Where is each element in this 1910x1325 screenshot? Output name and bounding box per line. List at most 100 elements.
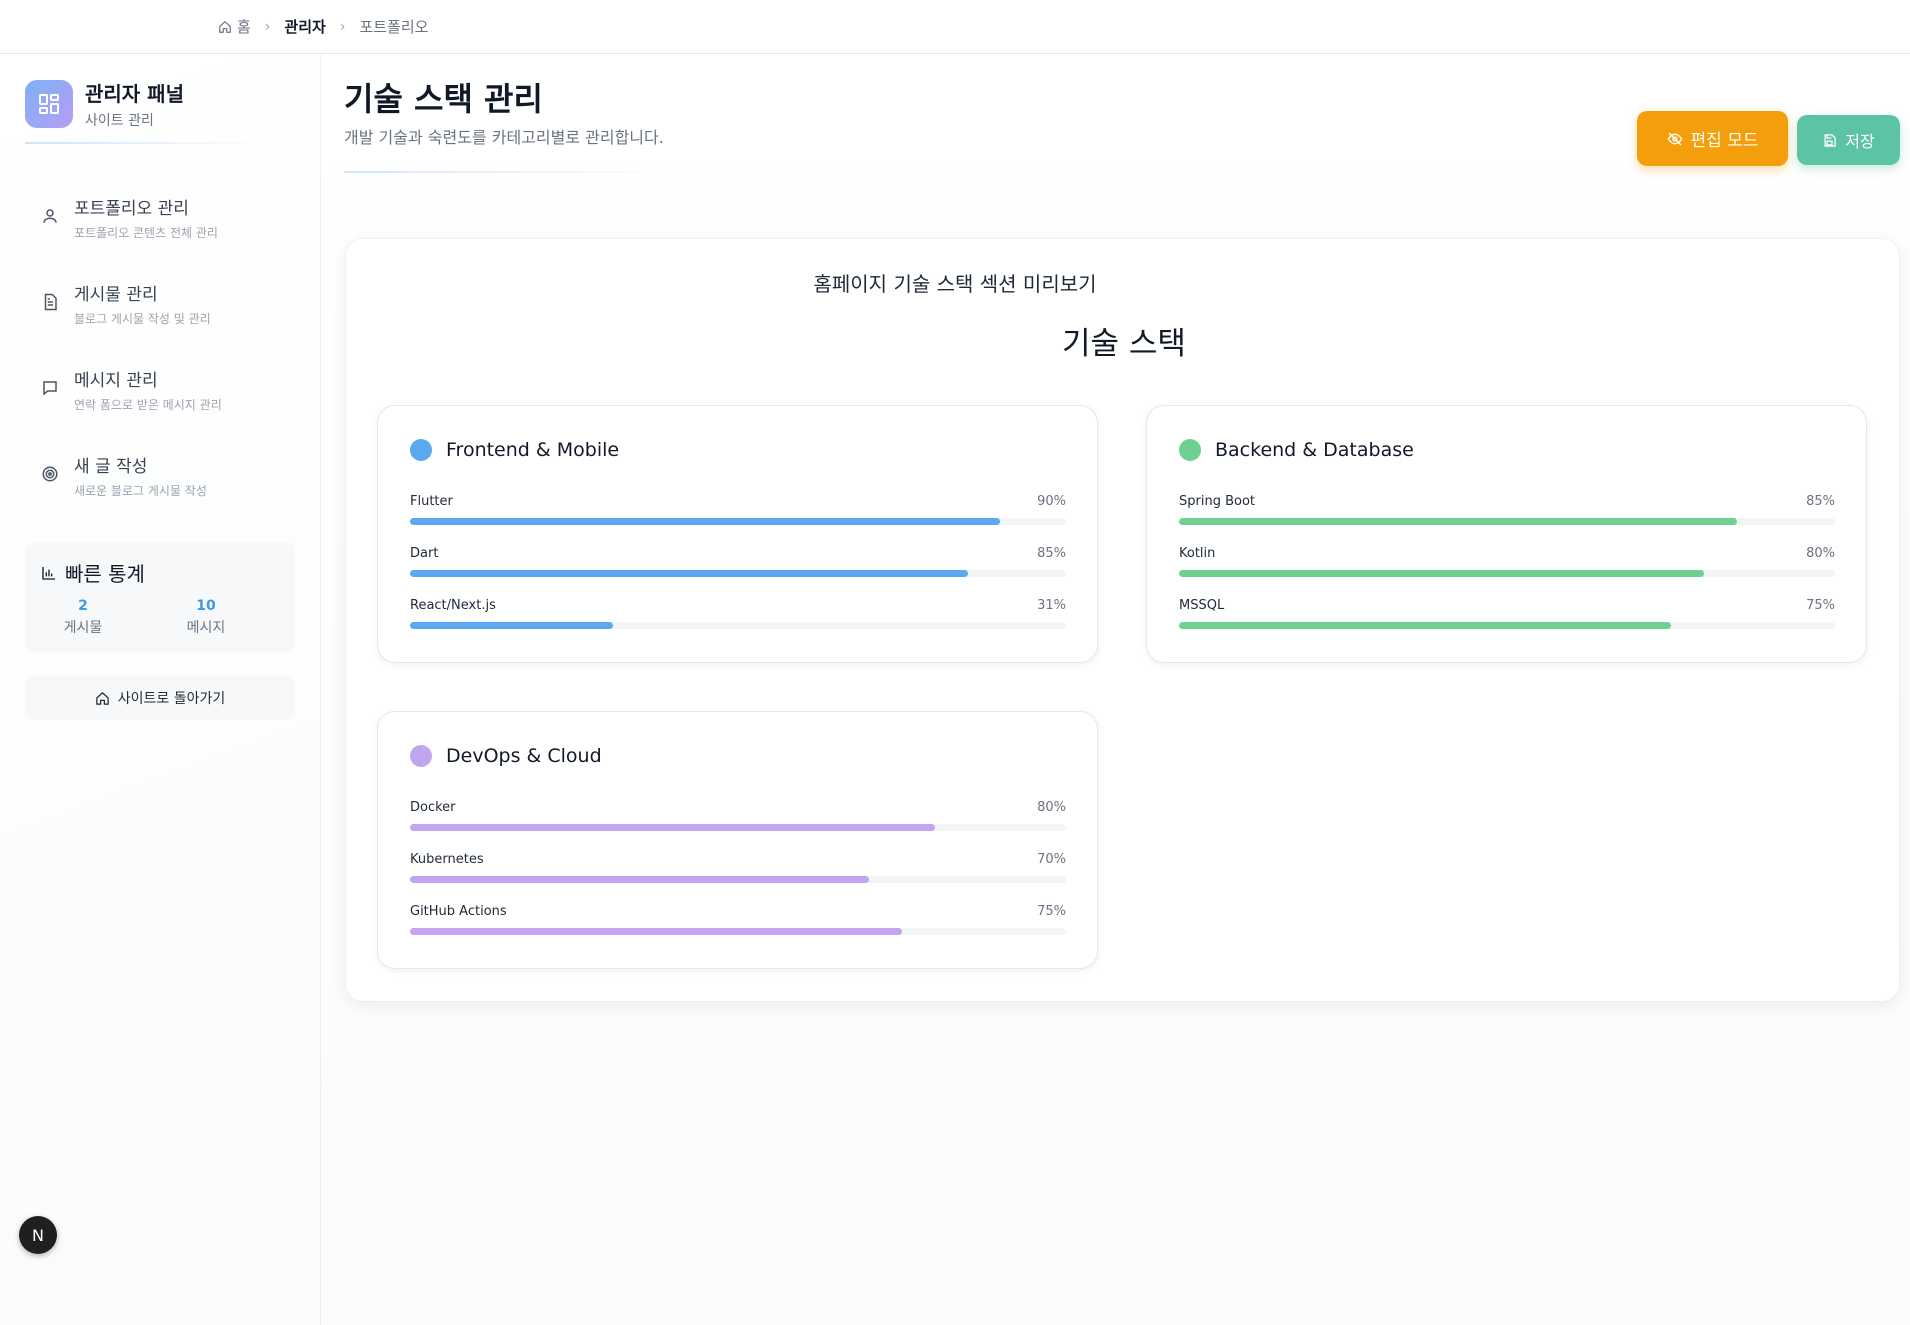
- quick-stats-title: 빠른 통계: [65, 562, 145, 586]
- stat-posts: 2 게시물: [43, 598, 123, 637]
- save-icon: [1824, 133, 1837, 147]
- skill-percent: 70%: [1037, 852, 1066, 867]
- skill-name: Kotlin: [1179, 546, 1216, 561]
- edit-mode-button[interactable]: 편집 모드: [1637, 111, 1788, 166]
- quick-stats: 빠른 통계 2 게시물 10 메시지: [25, 542, 295, 652]
- sidebar-item-new-post[interactable]: 새 글 작성 새로운 블로그 게시물 작성: [40, 452, 207, 499]
- skill-category-card: Frontend & Mobile Flutter 90% Dart 85% React/…: [377, 405, 1098, 663]
- skill-progress-fill: [410, 518, 1001, 525]
- category-dot: [410, 439, 432, 461]
- skill-progress-track: [410, 824, 1066, 831]
- home-icon: [96, 691, 109, 705]
- brand: 관리자 패널 사이트 관리: [25, 78, 184, 130]
- skill-progress-fill: [410, 876, 870, 883]
- skill-progress-fill: [410, 824, 935, 831]
- user-icon: [40, 206, 60, 226]
- skill-name: Dart: [410, 546, 439, 561]
- brand-divider: [25, 142, 275, 144]
- breadcrumb-current: 포트폴리오: [359, 18, 429, 36]
- skill-item: Docker 80%: [410, 800, 1066, 831]
- skill-progress-track: [1179, 622, 1835, 629]
- skill-percent: 90%: [1037, 494, 1066, 509]
- sidebar-item-title: 새 글 작성: [74, 457, 148, 477]
- nextjs-badge[interactable]: N: [19, 1216, 57, 1254]
- skill-item: GitHub Actions 75%: [410, 904, 1066, 935]
- stat-posts-count: 2: [78, 598, 88, 614]
- skill-percent: 80%: [1806, 546, 1835, 561]
- top-bar: 홈 › 관리자 › 포트폴리오: [0, 0, 1910, 54]
- skill-progress-track: [1179, 570, 1835, 577]
- page-description: 개발 기술과 숙련도를 카테고리별로 관리합니다.: [344, 128, 664, 147]
- sidebar-item-title: 메시지 관리: [74, 371, 158, 391]
- stat-messages: 10 메시지: [166, 598, 246, 637]
- skill-item: Kotlin 80%: [1179, 546, 1835, 577]
- back-to-site-label: 사이트로 돌아가기: [117, 691, 226, 707]
- skill-name: React/Next.js: [410, 598, 496, 613]
- skill-percent: 85%: [1037, 546, 1066, 561]
- skill-item: MSSQL 75%: [1179, 598, 1835, 629]
- category-header: DevOps & Cloud: [410, 745, 602, 767]
- skill-progress-fill: [1179, 518, 1737, 525]
- skill-name: Flutter: [410, 494, 453, 509]
- skill-percent: 80%: [1037, 800, 1066, 815]
- page-title: 기술 스택 관리: [344, 80, 543, 118]
- skill-name: MSSQL: [1179, 598, 1225, 613]
- breadcrumb-home[interactable]: 홈: [218, 16, 251, 37]
- category-dot: [1179, 439, 1201, 461]
- title-divider: [344, 171, 674, 173]
- skill-progress-track: [410, 518, 1066, 525]
- back-to-site-button[interactable]: 사이트로 돌아가기: [25, 676, 295, 720]
- skill-name: Kubernetes: [410, 852, 484, 867]
- skill-name: Spring Boot: [1179, 494, 1256, 509]
- section-title: 기술 스택: [1062, 326, 1186, 362]
- skill-category-card: DevOps & Cloud Docker 80% Kubernetes 70% GitH…: [377, 711, 1098, 969]
- sidebar: 관리자 패널 사이트 관리 포트폴리오 관리 포트폴리오 콘텐츠 전체 관리 게…: [0, 54, 321, 1325]
- skill-item: Kubernetes 70%: [410, 852, 1066, 883]
- preview-label: 홈페이지 기술 스택 섹션 미리보기: [813, 272, 1097, 296]
- skill-item: Flutter 90%: [410, 494, 1066, 525]
- category-dot: [410, 745, 432, 767]
- sidebar-item-portfolio[interactable]: 포트폴리오 관리 포트폴리오 콘텐츠 전체 관리: [40, 194, 218, 241]
- sidebar-item-desc: 새로운 블로그 게시물 작성: [74, 484, 207, 498]
- skill-percent: 85%: [1806, 494, 1835, 509]
- skill-progress-fill: [410, 928, 902, 935]
- category-title: DevOps & Cloud: [446, 745, 602, 767]
- save-button[interactable]: 저장: [1797, 115, 1900, 165]
- home-icon: [219, 20, 231, 33]
- breadcrumb-home-label: 홈: [237, 18, 251, 36]
- skill-progress-track: [1179, 518, 1835, 525]
- stat-messages-count: 10: [196, 598, 216, 614]
- skill-percent: 75%: [1806, 598, 1835, 613]
- skill-progress-track: [410, 876, 1066, 883]
- stat-messages-label: 메시지: [186, 620, 226, 636]
- skill-progress-track: [410, 570, 1066, 577]
- skill-progress-track: [410, 622, 1066, 629]
- brand-subtitle: 사이트 관리: [85, 113, 154, 129]
- breadcrumb-admin[interactable]: 관리자: [284, 16, 325, 37]
- message-icon: [40, 378, 60, 398]
- skill-progress-fill: [1179, 570, 1704, 577]
- category-title: Backend & Database: [1215, 439, 1414, 461]
- breadcrumb-separator: ›: [264, 18, 271, 35]
- sidebar-item-desc: 포트폴리오 콘텐츠 전체 관리: [74, 226, 218, 240]
- dashboard-icon: [25, 80, 73, 128]
- skill-progress-fill: [410, 622, 614, 629]
- skill-percent: 31%: [1037, 598, 1066, 613]
- skill-name: GitHub Actions: [410, 904, 507, 919]
- breadcrumb-separator: ›: [339, 18, 346, 35]
- skill-item: React/Next.js 31%: [410, 598, 1066, 629]
- skill-item: Spring Boot 85%: [1179, 494, 1835, 525]
- sidebar-item-messages[interactable]: 메시지 관리 연락 폼으로 받은 메시지 관리: [40, 366, 222, 413]
- sidebar-item-desc: 연락 폼으로 받은 메시지 관리: [74, 398, 222, 412]
- eye-off-icon: [1667, 132, 1682, 145]
- save-label: 저장: [1845, 132, 1875, 151]
- skill-progress-fill: [410, 570, 968, 577]
- sidebar-item-title: 포트폴리오 관리: [74, 199, 189, 219]
- category-title: Frontend & Mobile: [446, 439, 620, 461]
- skill-name: Docker: [410, 800, 456, 815]
- stat-posts-label: 게시물: [63, 620, 103, 636]
- skill-item: Dart 85%: [410, 546, 1066, 577]
- edit-mode-label: 편집 모드: [1690, 131, 1759, 151]
- skill-progress-track: [410, 928, 1066, 935]
- category-header: Frontend & Mobile: [410, 439, 619, 461]
